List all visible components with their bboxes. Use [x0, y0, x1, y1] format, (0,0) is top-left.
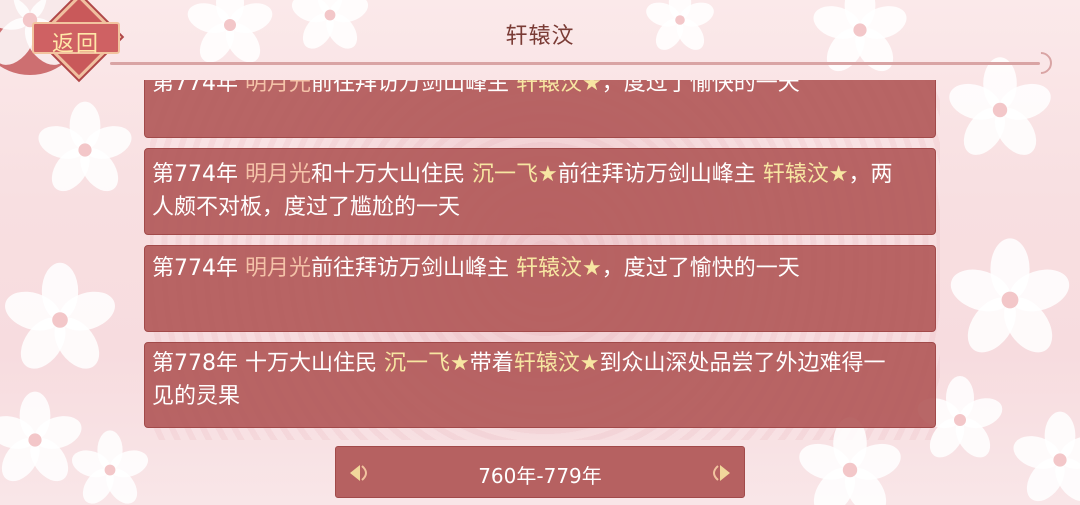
period-label: 760年-779年: [478, 464, 602, 488]
header-divider: [110, 62, 1040, 65]
character-name: 轩辕汶★: [516, 80, 602, 96]
event-text-segment: 前往拜访万剑山峰主: [311, 80, 517, 96]
event-text-segment: 前往拜访万剑山峰主: [311, 256, 517, 281]
character-name: 轩辕汶★: [513, 351, 600, 376]
next-period-icon[interactable]: [708, 459, 736, 487]
back-button-label: 返回: [51, 32, 100, 57]
event-text-segment: 带着: [469, 351, 514, 376]
period-pager: 760年-779年: [335, 446, 745, 498]
event-text-segment: 和十万大山住民: [311, 162, 473, 187]
back-button[interactable]: 返回: [30, 0, 122, 80]
event-text-segment: 第778年 十万大山住民: [152, 351, 384, 376]
character-name: 轩辕汶★: [762, 162, 849, 187]
event-text: 第774年 明月光前往拜访万剑山峰主 轩辕汶★，度过了愉快的一天: [152, 256, 800, 281]
event-card-2: 第774年 明月光和十万大山住民 沉一飞★前往拜访万剑山峰主 轩辕汶★，两人颇不…: [144, 148, 936, 235]
header-bar: 轩辕汶: [0, 0, 1080, 79]
page-title: 轩辕汶: [505, 24, 575, 49]
event-card-3: 第774年 明月光前往拜访万剑山峰主 轩辕汶★，度过了愉快的一天: [144, 245, 936, 332]
event-text-segment: ，度过了愉快的一天: [601, 256, 800, 281]
event-card-1: 第774年 明月光前往拜访万剑山峰主 轩辕汶★，度过了愉快的一天: [144, 80, 936, 138]
event-text: 第774年 明月光和十万大山住民 沉一飞★前往拜访万剑山峰主 轩辕汶★，两人颇不…: [152, 162, 893, 220]
player-name: 明月光: [245, 162, 312, 187]
event-log-list[interactable]: 第774年 明月光前往拜访万剑山峰主 轩辕汶★，度过了愉快的一天 第774年 明…: [144, 80, 937, 430]
player-name: 明月光: [245, 256, 312, 281]
event-card-4: 第778年 十万大山住民 沉一飞★带着轩辕汶★到众山深处品尝了外边难得一见的灵果: [144, 342, 936, 428]
character-name: 沉一飞★: [383, 351, 470, 376]
event-text-segment: ，度过了愉快的一天: [601, 80, 800, 96]
event-text-segment: 第774年: [152, 80, 245, 96]
event-text: 第774年 明月光前往拜访万剑山峰主 轩辕汶★，度过了愉快的一天: [152, 80, 800, 96]
event-text: 第778年 十万大山住民 沉一飞★带着轩辕汶★到众山深处品尝了外边难得一见的灵果: [152, 351, 885, 409]
event-text-segment: 第774年: [152, 256, 245, 281]
character-name: 沉一飞★: [472, 162, 558, 187]
event-text-segment: 前往拜访万剑山峰主: [557, 162, 763, 187]
player-name: 明月光: [245, 80, 312, 96]
event-text-segment: 第774年: [152, 162, 245, 187]
character-name: 轩辕汶★: [516, 256, 602, 281]
